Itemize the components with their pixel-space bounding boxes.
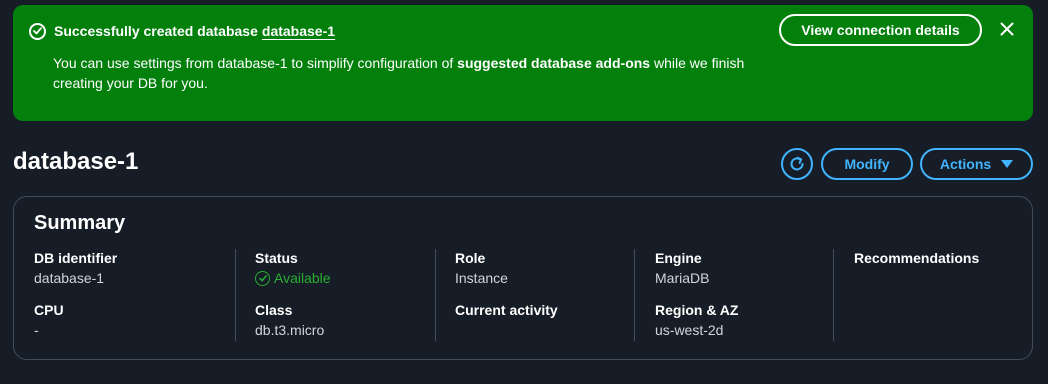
- modify-button[interactable]: Modify: [821, 148, 913, 180]
- engine-field: Engine MariaDB: [655, 249, 855, 301]
- column-divider: [235, 249, 236, 341]
- summary-column-recommendations: Recommendations: [854, 249, 1048, 301]
- flash-message-text: You can use settings from database-1 to …: [53, 55, 458, 71]
- actions-label: Actions: [939, 156, 992, 172]
- status-text: Available: [274, 270, 331, 286]
- role-label: Role: [455, 250, 486, 266]
- database-link[interactable]: database-1: [262, 23, 335, 39]
- refresh-icon: [790, 156, 804, 171]
- flash-title: Successfully created database database-1: [54, 23, 335, 39]
- class-value: db.t3.micro: [255, 322, 325, 338]
- db-identifier-value: database-1: [34, 270, 105, 286]
- recommendations-label: Recommendations: [854, 250, 980, 266]
- summary-column-engine: Engine MariaDB Region & AZ us-west-2d: [655, 249, 855, 353]
- close-icon[interactable]: [997, 19, 1017, 39]
- class-field: Class db.t3.micro: [255, 301, 455, 353]
- caret-down-icon: [1001, 160, 1014, 168]
- view-connection-details-button[interactable]: View connection details: [779, 14, 982, 46]
- current-activity-label: Current activity: [455, 302, 558, 318]
- role-field: Role Instance: [455, 249, 655, 301]
- cpu-field: CPU -: [34, 301, 234, 353]
- region-field: Region & AZ us-west-2d: [655, 301, 855, 353]
- db-identifier-label: DB identifier: [34, 250, 118, 266]
- summary-panel: Summary DB identifier database-1 CPU - S…: [13, 196, 1033, 360]
- class-label: Class: [255, 302, 293, 318]
- check-circle-icon: [255, 270, 270, 286]
- summary-column-role: Role Instance Current activity: [455, 249, 655, 353]
- engine-value: MariaDB: [655, 270, 710, 286]
- role-value: Instance: [455, 270, 508, 286]
- cpu-value: -: [34, 322, 39, 338]
- check-circle-icon: [29, 22, 46, 40]
- status-label: Status: [255, 250, 298, 266]
- refresh-button[interactable]: [781, 148, 813, 180]
- db-identifier-field: DB identifier database-1: [34, 249, 234, 301]
- summary-column-identifier: DB identifier database-1 CPU -: [34, 249, 234, 353]
- status-field: Status Available: [255, 249, 455, 301]
- region-value: us-west-2d: [655, 322, 724, 338]
- current-activity-field: Current activity: [455, 301, 655, 353]
- flash-title-text: Successfully created database: [54, 23, 258, 39]
- summary-column-status: Status Available Class db.t3.micro: [255, 249, 455, 353]
- region-label: Region & AZ: [655, 302, 739, 318]
- recommendations-field: Recommendations: [854, 249, 1048, 301]
- summary-title: Summary: [34, 212, 126, 234]
- page-title: database-1: [13, 148, 139, 175]
- actions-dropdown-button[interactable]: Actions: [920, 148, 1033, 180]
- flash-message: You can use settings from database-1 to …: [53, 53, 783, 93]
- engine-label: Engine: [655, 250, 702, 266]
- flash-message-bold: suggested database add-ons: [457, 55, 651, 71]
- success-flash-banner: Successfully created database database-1 …: [13, 5, 1033, 121]
- status-value: Available: [255, 268, 455, 288]
- cpu-label: CPU: [34, 302, 64, 318]
- flash-header: Successfully created database database-1: [29, 21, 335, 41]
